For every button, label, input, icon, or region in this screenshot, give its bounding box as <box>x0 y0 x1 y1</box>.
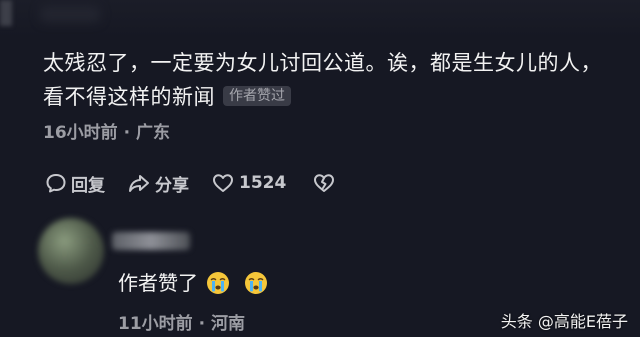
comment-actions: 回复 分享 1524 <box>45 170 362 196</box>
crying-emoji-icon <box>245 272 267 294</box>
reply-meta: 11小时前 · 河南 <box>118 309 245 334</box>
reply-time: 11小时前 <box>118 314 193 334</box>
meta-separator: · <box>123 123 131 143</box>
previous-comment-blurred <box>0 0 640 38</box>
dislike-button[interactable] <box>312 172 340 194</box>
comment-text: 太残忍了，一定要为女儿讨回公道。诶，都是生女儿的人，看不得这样的新闻 <box>43 51 602 109</box>
like-button[interactable]: 1524 <box>211 172 286 194</box>
meta-separator: · <box>198 314 206 334</box>
share-arrow-icon <box>129 175 149 192</box>
reply-bubble-icon <box>46 174 66 193</box>
reply-location: 河南 <box>210 314 245 334</box>
blurred-avatar-fragment <box>0 0 12 26</box>
share-button[interactable]: 分享 <box>127 171 189 196</box>
reply-username-blurred[interactable] <box>112 232 190 250</box>
watermark: 头条 @高能E蓓子 <box>500 312 628 331</box>
reply-body: 作者赞了 <box>118 268 268 298</box>
reply-button[interactable]: 回复 <box>45 171 105 196</box>
comment-time: 16小时前 <box>43 123 118 143</box>
heart-icon <box>213 174 233 192</box>
comment-location: 广东 <box>135 123 170 143</box>
share-label: 分享 <box>155 175 189 196</box>
author-liked-badge: 作者赞过 <box>223 86 291 106</box>
crying-emoji-icon <box>207 272 229 294</box>
like-count: 1524 <box>239 173 287 193</box>
blurred-text-fragment <box>40 6 100 22</box>
reply-text: 作者赞了 <box>118 271 198 295</box>
reply-avatar[interactable] <box>38 218 104 284</box>
reply-label: 回复 <box>71 175 105 196</box>
broken-heart-icon <box>314 174 335 192</box>
comment-body: 太残忍了，一定要为女儿讨回公道。诶，都是生女儿的人，看不得这样的新闻 作者赞过 <box>43 46 623 114</box>
comment-meta: 16小时前 · 广东 <box>43 118 170 143</box>
